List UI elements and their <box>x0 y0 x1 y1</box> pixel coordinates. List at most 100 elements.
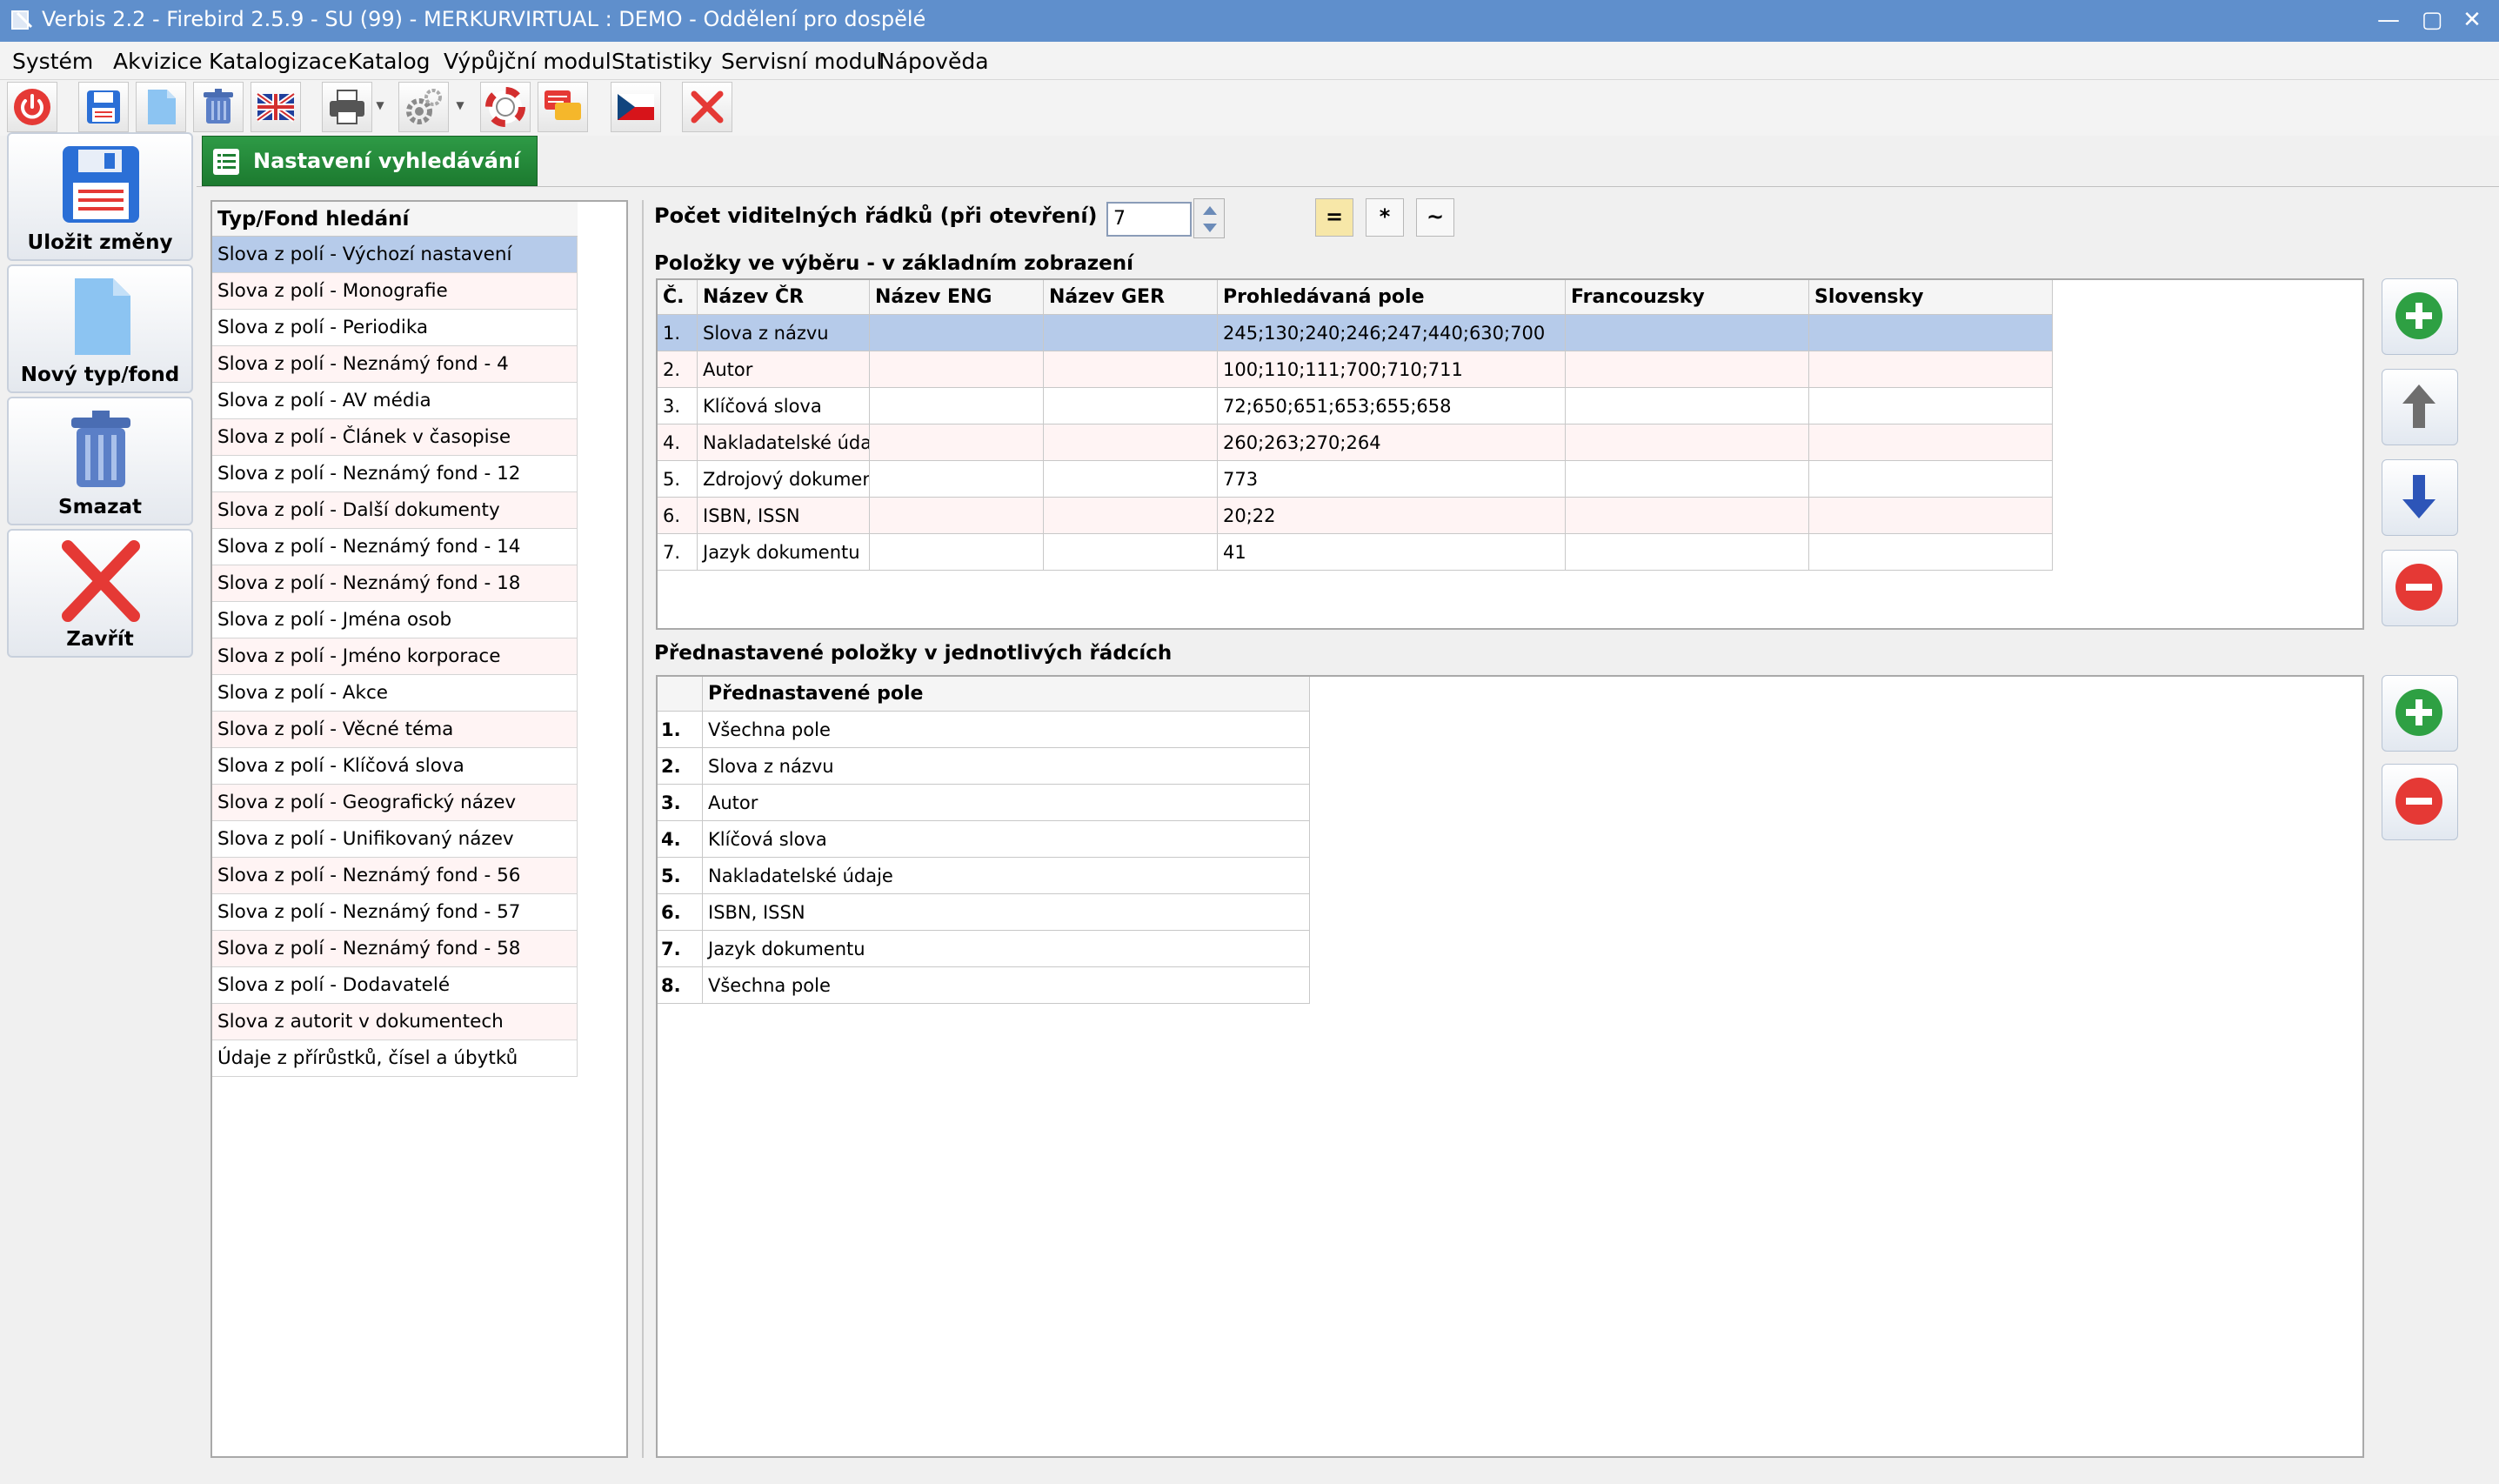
add-preset-button[interactable] <box>2382 675 2458 752</box>
fond-list-item[interactable]: Slova z polí - Dodavatelé <box>212 967 578 1004</box>
selection-grid-column-header[interactable]: Prohledávaná pole <box>1218 280 1566 315</box>
selection-grid-cell[interactable] <box>870 315 1044 351</box>
fond-list-item[interactable]: Slova z polí - Geografický název <box>212 785 578 821</box>
selection-grid-cell[interactable] <box>870 498 1044 534</box>
selection-grid-cell[interactable] <box>870 461 1044 498</box>
move-up-button[interactable] <box>2382 369 2458 445</box>
selection-grid-cell[interactable] <box>1044 498 1218 534</box>
fond-list-item[interactable]: Slova z polí - Unifikovaný název <box>212 821 578 858</box>
remove-preset-button[interactable] <box>2382 764 2458 840</box>
delete-button[interactable]: Smazat <box>7 397 193 525</box>
selection-grid-column-header[interactable]: Název ENG <box>870 280 1044 315</box>
fond-list-item[interactable]: Slova z polí - Neznámý fond - 56 <box>212 858 578 894</box>
selection-grid-column-header[interactable]: Slovensky <box>1809 280 2053 315</box>
czech-language-button[interactable] <box>611 82 661 132</box>
selection-grid-cell[interactable]: 260;263;270;264 <box>1218 424 1566 461</box>
fond-list-item[interactable]: Slova z polí - Výchozí nastavení <box>212 237 578 273</box>
new-type-button[interactable]: Nový typ/fond <box>7 264 193 393</box>
selection-grid-cell[interactable] <box>1566 498 1809 534</box>
selection-grid-cell[interactable] <box>1044 534 1218 571</box>
fond-list-item[interactable]: Údaje z přírůstků, čísel a úbytků <box>212 1040 578 1077</box>
fond-list-item[interactable]: Slova z polí - Monografie <box>212 273 578 310</box>
preset-grid[interactable]: Přednastavené pole 1. Všechna pole 2. Slova … <box>656 675 2364 1458</box>
fond-list-item[interactable]: Slova z polí - Neznámý fond - 57 <box>212 894 578 931</box>
menu-akvizice[interactable]: Akvizice <box>113 49 203 74</box>
mode-similar-button[interactable]: ~ <box>1416 198 1454 237</box>
selection-grid-cell[interactable] <box>1044 461 1218 498</box>
preset-grid-column-header[interactable]: Přednastavené pole <box>703 677 1310 712</box>
fond-list[interactable]: Typ/Fond hledání Slova z polí - Výchozí … <box>210 200 628 1458</box>
selection-grid-cell[interactable] <box>1044 315 1218 351</box>
menu-katalog[interactable]: Katalog <box>348 49 431 74</box>
selection-grid-cell[interactable] <box>1566 534 1809 571</box>
fond-list-item[interactable]: Slova z polí - Neznámý fond - 4 <box>212 346 578 383</box>
selection-grid-column-header[interactable]: Č. <box>658 280 698 315</box>
selection-grid-cell[interactable]: 1. <box>658 315 698 351</box>
selection-grid-cell[interactable] <box>1809 534 2053 571</box>
fond-list-item[interactable]: Slova z polí - Jména osob <box>212 602 578 638</box>
fond-list-item[interactable]: Slova z polí - Jméno korporace <box>212 638 578 675</box>
preset-grid-cell[interactable]: Autor <box>703 785 1310 821</box>
preset-grid-cell[interactable]: Všechna pole <box>703 967 1310 1004</box>
selection-grid-cell[interactable]: ISBN, ISSN <box>698 498 870 534</box>
selection-grid-cell[interactable] <box>1809 424 2053 461</box>
messages-button[interactable] <box>538 82 588 132</box>
fond-list-item[interactable]: Slova z polí - Klíčová slova <box>212 748 578 785</box>
selection-grid-cell[interactable]: 773 <box>1218 461 1566 498</box>
print-button[interactable] <box>322 82 372 132</box>
selection-grid-cell[interactable]: 3. <box>658 388 698 424</box>
selection-grid-cell[interactable] <box>870 424 1044 461</box>
preset-grid-cell[interactable]: Klíčová slova <box>703 821 1310 858</box>
selection-grid-cell[interactable]: Zdrojový dokument <box>698 461 870 498</box>
selection-grid-cell[interactable]: Nakladatelské údaje <box>698 424 870 461</box>
fond-list-item[interactable]: Slova z polí - Neznámý fond - 12 <box>212 456 578 492</box>
new-document-toolbar-button[interactable] <box>136 82 186 132</box>
menu-system[interactable]: Systém <box>12 49 93 74</box>
selection-grid-column-header[interactable]: Francouzsky <box>1566 280 1809 315</box>
selection-grid-column-header[interactable]: Název GER <box>1044 280 1218 315</box>
close-button[interactable]: Zavřít <box>7 529 193 658</box>
selection-grid-cell[interactable]: 2. <box>658 351 698 388</box>
fond-list-item[interactable]: Slova z polí - Další dokumenty <box>212 492 578 529</box>
visible-rows-input[interactable]: 7 <box>1106 202 1192 237</box>
save-changes-button[interactable]: Uložit změny <box>7 132 193 261</box>
selection-grid-cell[interactable] <box>870 351 1044 388</box>
selection-grid-cell[interactable] <box>870 388 1044 424</box>
preset-grid-cell[interactable]: ISBN, ISSN <box>703 894 1310 931</box>
close-toolbar-button[interactable] <box>682 82 732 132</box>
fond-list-item[interactable]: Slova z polí - AV média <box>212 383 578 419</box>
mode-equals-button[interactable]: = <box>1315 198 1353 237</box>
remove-item-button[interactable] <box>2382 550 2458 626</box>
menu-katalogizace[interactable]: Katalogizace <box>209 49 347 74</box>
maximize-button[interactable]: ▢ <box>2415 3 2449 37</box>
selection-grid-cell[interactable] <box>1044 388 1218 424</box>
visible-rows-spinner[interactable] <box>1193 198 1225 238</box>
selection-grid-cell[interactable] <box>1809 388 2053 424</box>
fond-list-item[interactable]: Slova z polí - Neznámý fond - 14 <box>212 529 578 565</box>
add-item-button[interactable] <box>2382 278 2458 355</box>
preset-grid-cell[interactable]: Slova z názvu <box>703 748 1310 785</box>
selection-grid-cell[interactable]: 72;650;651;653;655;658 <box>1218 388 1566 424</box>
selection-grid-cell[interactable]: 7. <box>658 534 698 571</box>
selection-grid-cell[interactable] <box>1566 424 1809 461</box>
settings-dropdown-arrow[interactable]: ▼ <box>454 99 466 117</box>
selection-grid-cell[interactable] <box>870 534 1044 571</box>
mode-wildcard-button[interactable]: * <box>1366 198 1404 237</box>
selection-grid-cell[interactable] <box>1044 351 1218 388</box>
menu-statistiky[interactable]: Statistiky <box>611 49 712 74</box>
menu-napoveda[interactable]: Nápověda <box>879 49 989 74</box>
selection-grid-cell[interactable]: 6. <box>658 498 698 534</box>
selection-grid-cell[interactable]: Slova z názvu <box>698 315 870 351</box>
tab-search-settings[interactable]: Nastavení vyhledávání <box>202 136 538 186</box>
delete-toolbar-button[interactable] <box>193 82 244 132</box>
selection-grid-cell[interactable]: Jazyk dokumentu <box>698 534 870 571</box>
move-down-button[interactable] <box>2382 459 2458 536</box>
selection-grid[interactable]: Č. Název ČR Název ENG Název GER Prohledávaná… <box>656 278 2364 630</box>
selection-grid-cell[interactable] <box>1809 351 2053 388</box>
fond-list-item[interactable]: Slova z polí - Neznámý fond - 18 <box>212 565 578 602</box>
fond-list-item[interactable]: Slova z polí - Periodika <box>212 310 578 346</box>
selection-grid-cell[interactable]: Klíčová slova <box>698 388 870 424</box>
fond-list-item[interactable]: Slova z autorit v dokumentech <box>212 1004 578 1040</box>
panel-splitter[interactable] <box>642 200 644 1458</box>
selection-grid-cell[interactable] <box>1566 315 1809 351</box>
